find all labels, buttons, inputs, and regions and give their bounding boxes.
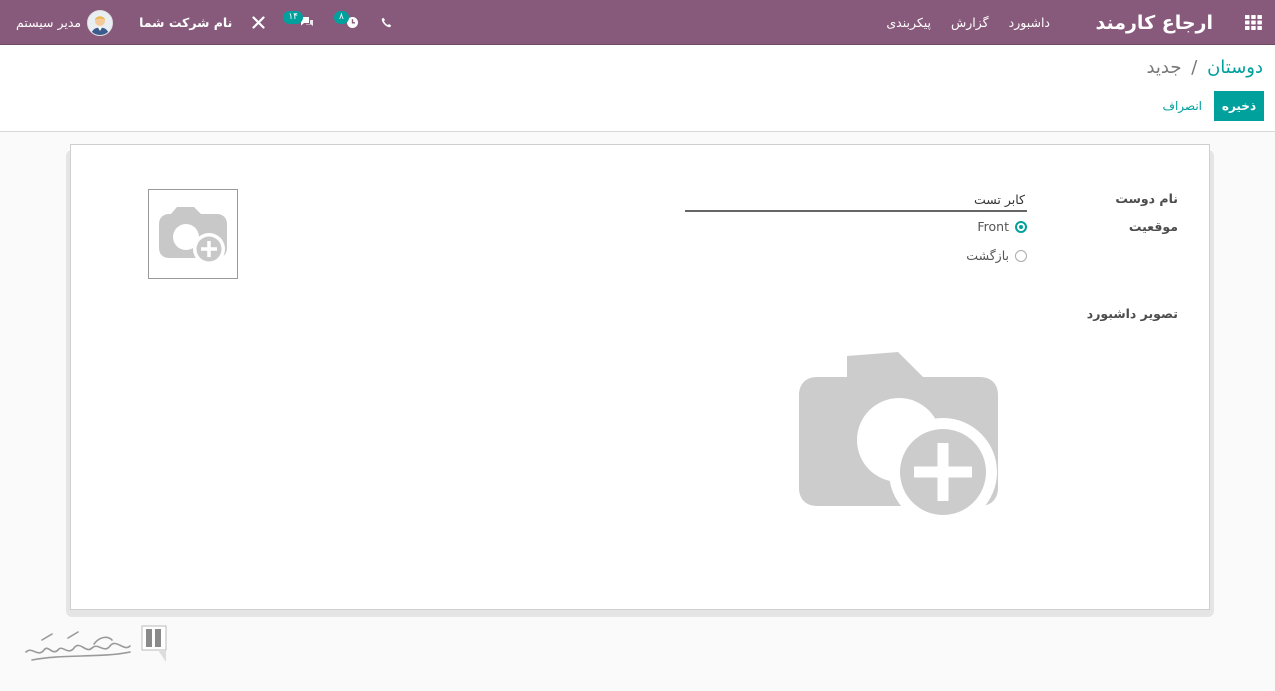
app-title[interactable]: ارجاع کارمند	[1096, 0, 1214, 45]
position-option-back-label: بازگشت	[966, 248, 1009, 263]
watermark-logo	[22, 622, 172, 670]
user-avatar-icon	[88, 10, 113, 35]
voip-systray[interactable]	[381, 17, 392, 28]
activities-badge: ۸	[333, 11, 349, 24]
user-menu[interactable]: مدیر سیستم	[16, 9, 114, 36]
messages-badge: ۱۴	[283, 11, 303, 24]
main-menu: داشبورد گزارش پیکربندی	[886, 0, 1050, 45]
phone-icon	[381, 17, 392, 28]
form-sheet	[70, 144, 1210, 610]
discard-button[interactable]: انصراف	[1163, 91, 1202, 121]
user-name: مدیر سیستم	[16, 15, 82, 30]
camera-add-icon	[799, 352, 998, 526]
debug-tools-icon	[252, 16, 265, 29]
friend-name-input[interactable]	[685, 188, 1027, 212]
systray: مدیر سیستم نام شرکت شما ۱۴ ۸	[16, 0, 392, 45]
activities-systray[interactable]: ۸	[333, 11, 359, 29]
position-option-front-label: Front	[977, 219, 1009, 234]
position-label: موقعیت	[1128, 219, 1178, 234]
breadcrumb-separator: /	[1191, 57, 1198, 78]
control-panel-divider	[0, 131, 1275, 132]
breadcrumb-parent[interactable]: دوستان	[1207, 57, 1263, 78]
avatar-image-field[interactable]	[148, 189, 238, 279]
company-switcher[interactable]: نام شرکت شما	[139, 15, 232, 30]
menu-item-report[interactable]: گزارش	[951, 15, 989, 30]
avatar	[87, 9, 114, 36]
breadcrumb: دوستان / جدید	[1146, 57, 1263, 78]
company-name: نام شرکت شما	[139, 15, 233, 30]
messages-systray[interactable]: ۱۴	[283, 11, 314, 29]
watermark-logo-icon	[25, 625, 167, 662]
camera-add-icon	[159, 207, 227, 265]
dashboard-image-label: تصویر داشبورد	[1086, 306, 1178, 321]
radio-front[interactable]	[1015, 220, 1027, 233]
friend-name-label: نام دوست	[1115, 191, 1178, 206]
breadcrumb-current: جدید	[1146, 57, 1182, 78]
apps-menu-toggle[interactable]	[1243, 0, 1263, 45]
menu-item-configuration[interactable]: پیکربندی	[886, 15, 931, 30]
debug-tools[interactable]	[252, 16, 265, 29]
top-navbar: ارجاع کارمند داشبورد گزارش پیکربندی مدیر…	[0, 0, 1275, 45]
position-option-back[interactable]: بازگشت	[966, 248, 1027, 263]
menu-item-dashboard[interactable]: داشبورد	[1009, 15, 1050, 30]
radio-back[interactable]	[1015, 249, 1027, 262]
apps-grid-icon	[1244, 15, 1262, 30]
save-button[interactable]: ذخیره	[1214, 91, 1264, 121]
dashboard-image-field[interactable]	[795, 348, 1005, 528]
position-option-front[interactable]: Front	[977, 219, 1027, 234]
